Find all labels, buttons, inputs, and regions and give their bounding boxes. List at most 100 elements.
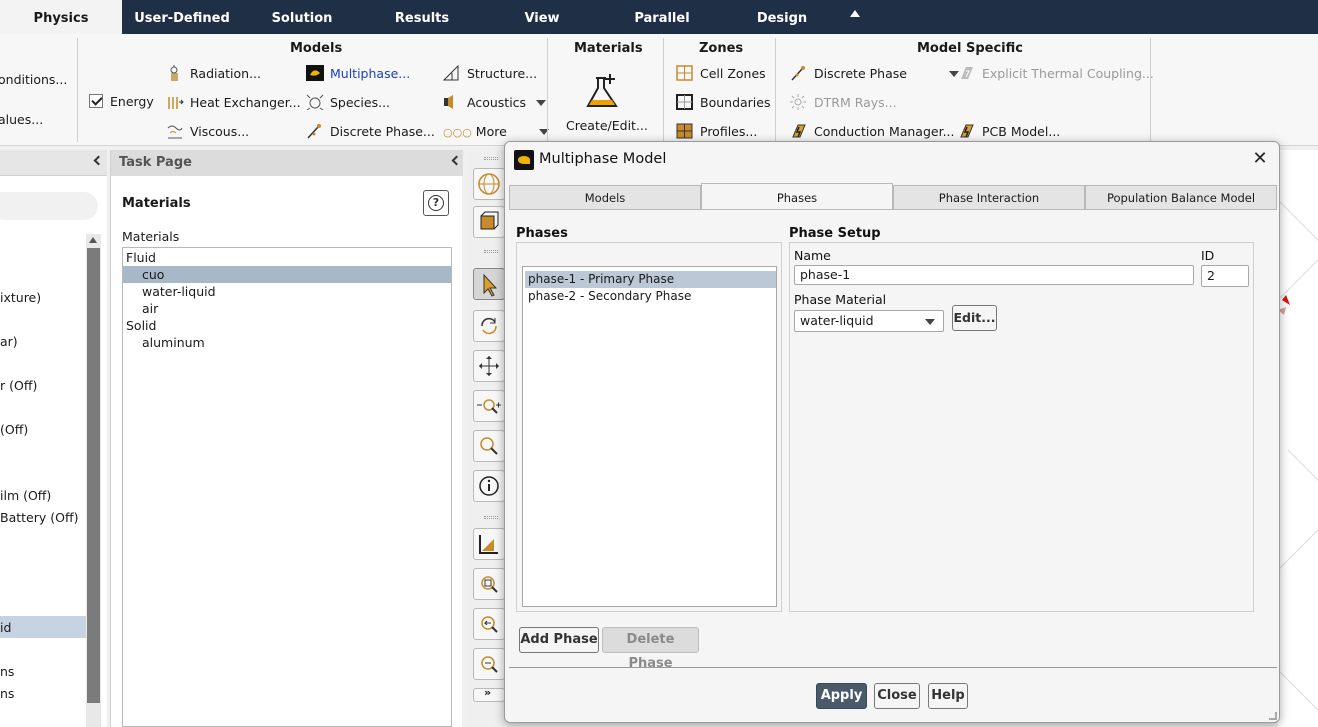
list-item[interactable]: phase-2 - Secondary Phase (525, 288, 776, 305)
collapse-ribbon-icon[interactable] (850, 10, 860, 17)
view-box-button[interactable] (473, 206, 505, 238)
apply-button[interactable]: Apply (816, 683, 867, 709)
pan-button[interactable] (473, 350, 505, 382)
select-pointer-button[interactable] (473, 268, 505, 300)
zoom-to-area-button[interactable] (473, 430, 505, 462)
list-item[interactable]: cuo (123, 266, 451, 283)
energy-checkbox[interactable]: Energy (89, 92, 154, 112)
tab-solution[interactable]: Solution (242, 0, 362, 34)
zoom-button[interactable] (473, 390, 505, 422)
phase-id-input[interactable]: 2 (1201, 265, 1249, 287)
discrete-phase-specific-button[interactable]: Discrete Phase (790, 64, 959, 84)
close-button[interactable]: Close (874, 683, 920, 709)
list-item[interactable]: Solid (123, 317, 451, 334)
fit-to-window-button[interactable] (473, 528, 505, 560)
scroll-up-icon[interactable] (89, 237, 97, 243)
resize-grip-icon[interactable] (1269, 712, 1277, 720)
structure-icon (443, 65, 459, 81)
radiation-button[interactable]: Radiation... (166, 64, 261, 84)
list-item[interactable]: phase-1 - Primary Phase (525, 271, 776, 288)
rotate-button[interactable] (473, 310, 505, 342)
previous-view-button[interactable] (473, 608, 505, 640)
tree-item[interactable]: ns (0, 664, 14, 679)
tree-item[interactable]: Battery (Off) (0, 510, 78, 525)
list-item[interactable]: water-liquid (123, 283, 451, 300)
help-dialog-button[interactable]: Help (928, 683, 968, 709)
add-phase-button[interactable]: Add Phase (519, 627, 599, 653)
tab-parallel[interactable]: Parallel (602, 0, 722, 34)
multiphase-button[interactable]: Multiphase... (306, 64, 410, 84)
mesh-display-button[interactable] (473, 168, 505, 200)
outline-scrollbar[interactable] (86, 234, 101, 727)
tab-results[interactable]: Results (362, 0, 482, 34)
acoustics-button[interactable]: Acoustics (443, 93, 547, 113)
pcb-model-button[interactable]: PCB Model... (958, 122, 1060, 142)
ribbon-tab-bar: Physics User-Defined Solution Results Vi… (0, 0, 1318, 34)
tab-population-balance-model[interactable]: Population Balance Model (1085, 185, 1277, 209)
tab-models[interactable]: Models (509, 185, 701, 209)
outline-search-input[interactable] (0, 192, 98, 220)
list-item[interactable]: aluminum (123, 334, 451, 351)
tab-view[interactable]: View (482, 0, 602, 34)
graphics-window[interactable] (1277, 150, 1318, 727)
toolbar-grip[interactable] (484, 516, 498, 519)
profiles-button[interactable]: Profiles... (676, 122, 757, 142)
acoustics-dropdown-icon[interactable] (536, 100, 547, 106)
phases-list[interactable]: phase-1 - Primary Phase phase-2 - Second… (522, 266, 777, 607)
explicit-thermal-coupling-button[interactable]: Explicit Thermal Coupling... (958, 64, 1154, 84)
task-page-header-label: Task Page (119, 155, 192, 170)
toolbar-grip[interactable] (484, 250, 498, 253)
tree-item[interactable]: ns (0, 686, 14, 701)
edit-material-button[interactable]: Edit... (952, 305, 997, 331)
dtrm-rays-button[interactable]: DTRM Rays... (790, 93, 897, 113)
list-item[interactable]: Fluid (123, 249, 451, 266)
heat-exchanger-button[interactable]: Heat Exchanger... (166, 93, 301, 113)
flask-icon (586, 74, 618, 107)
viscous-button[interactable]: Viscous... (166, 122, 249, 142)
delete-phase-button[interactable]: Delete Phase (602, 627, 699, 671)
zoom-fit-button[interactable] (473, 568, 505, 600)
tab-design[interactable]: Design (722, 0, 842, 34)
tab-phase-interaction[interactable]: Phase Interaction (893, 185, 1085, 209)
sphere-mesh-icon (478, 173, 500, 195)
collapse-task-page-icon[interactable] (451, 155, 462, 166)
tree-item[interactable]: id (0, 620, 11, 635)
boundary-conditions-button[interactable]: onditions... (0, 70, 67, 90)
list-item[interactable]: air (123, 300, 451, 317)
toolbar-overflow-button[interactable]: » (473, 686, 505, 702)
materials-group-title: Materials (574, 41, 643, 56)
tree-item[interactable]: r (Off) (0, 378, 37, 393)
cell-zones-button[interactable]: Cell Zones (676, 64, 766, 84)
help-button[interactable]: ? (423, 190, 449, 216)
boundaries-button[interactable]: Boundaries (676, 93, 770, 113)
pan-icon (479, 356, 499, 376)
tab-physics[interactable]: Physics (0, 0, 122, 34)
zoom-out-button[interactable] (473, 648, 505, 680)
materials-list[interactable]: Fluid cuo water-liquid air Solid aluminu… (122, 247, 452, 727)
initial-values-button[interactable]: alues... (0, 110, 43, 130)
toolbar-grip[interactable] (484, 157, 498, 160)
create-edit-materials-button[interactable]: Create/Edit... (566, 72, 648, 133)
radiation-icon (170, 65, 178, 81)
collapse-outline-icon[interactable] (93, 155, 104, 166)
conduction-manager-button[interactable]: Conduction Manager... (790, 122, 955, 142)
tree-item[interactable]: ar) (0, 334, 18, 349)
tree-item[interactable]: ilm (Off) (0, 488, 51, 503)
pointer-icon (483, 273, 498, 297)
phase-material-select[interactable]: water-liquid (794, 310, 944, 332)
phase-name-input[interactable]: phase-1 (794, 265, 1194, 285)
tab-user-defined[interactable]: User-Defined (122, 0, 242, 34)
structure-label: Structure... (467, 66, 538, 81)
tab-phases[interactable]: Phases (701, 183, 893, 210)
close-icon[interactable]: ✕ (1251, 150, 1269, 168)
pcb-icon (960, 124, 974, 138)
more-label: More (475, 124, 507, 139)
outline-scroll-thumb[interactable] (87, 248, 100, 703)
species-button[interactable]: Species... (306, 93, 390, 113)
tree-item[interactable]: ixture) (0, 290, 41, 305)
probe-info-button[interactable] (473, 470, 505, 502)
discrete-phase-model-button[interactable]: Discrete Phase... (306, 122, 435, 142)
tree-item[interactable]: (Off) (0, 422, 28, 437)
more-models-button[interactable]: ○○○ More (443, 122, 549, 142)
structure-button[interactable]: Structure... (443, 64, 537, 84)
